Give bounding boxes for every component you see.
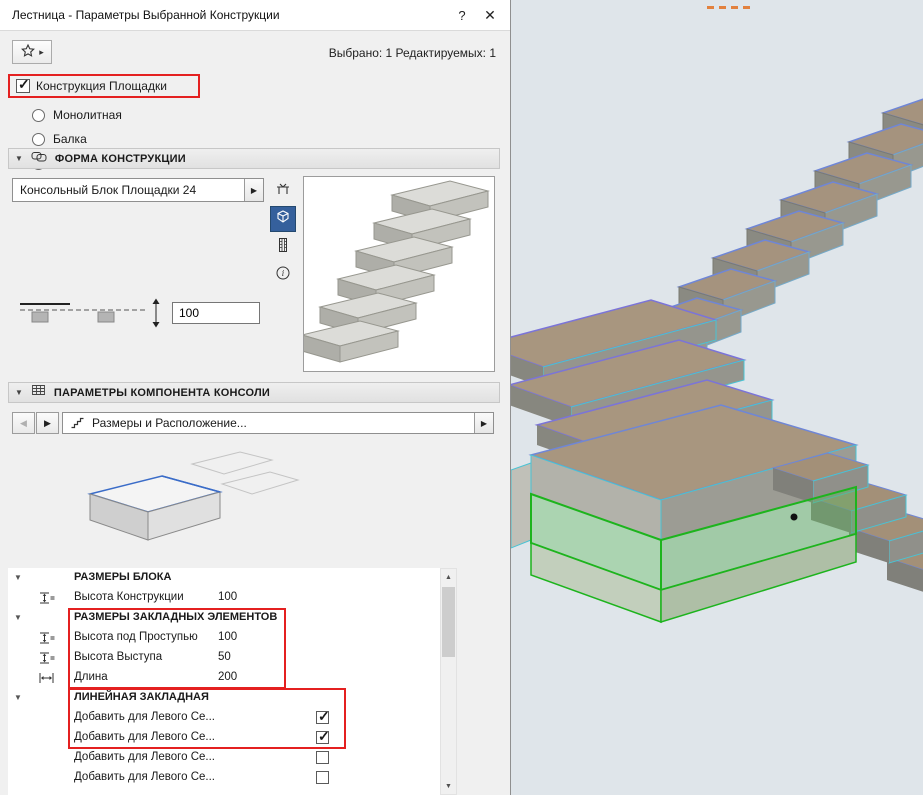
plan-view-button[interactable] xyxy=(270,178,296,204)
radio-beam-label: Балка xyxy=(53,132,87,146)
select-arrow-icon[interactable]: ▶ xyxy=(244,179,263,201)
collapse-triangle-icon[interactable]: ▼ xyxy=(14,613,22,622)
section-view-button[interactable] xyxy=(270,234,296,260)
select-arrow-icon[interactable]: ▶ xyxy=(474,413,493,433)
scrollbar-thumb[interactable] xyxy=(442,587,455,657)
collapse-triangle-icon[interactable]: ▼ xyxy=(15,388,23,397)
stair-page-icon xyxy=(70,415,85,432)
param-value[interactable]: 200 xyxy=(218,671,237,683)
table-row[interactable]: Добавить для Левого Се... xyxy=(8,708,440,728)
group-label: ЛИНЕЙНАЯ ЗАКЛАДНАЯ xyxy=(74,691,209,703)
landing-structure-label: Конструкция Площадки xyxy=(36,79,167,93)
table-scrollbar[interactable]: ▲ ▼ xyxy=(440,568,457,795)
table-group-row[interactable]: ▼ РАЗМЕРЫ БЛОКА xyxy=(8,568,440,588)
info-button[interactable]: i xyxy=(270,262,296,288)
radio-monolithic-label: Монолитная xyxy=(53,108,122,122)
param-checkbox[interactable] xyxy=(316,711,329,724)
table-row[interactable]: Добавить для Левого Се... xyxy=(8,768,440,788)
structure-type-select[interactable]: Консольный Блок Площадки 24 ▶ xyxy=(12,178,264,202)
component-params-section[interactable]: ▼ ПАРАМЕТРЫ КОМПОНЕНТА КОНСОЛИ xyxy=(8,382,500,403)
param-value[interactable]: 100 xyxy=(218,631,237,643)
table-row[interactable]: Добавить для Левого Се... xyxy=(8,748,440,768)
cantilever-block-illustration xyxy=(70,442,300,565)
param-checkbox[interactable] xyxy=(316,771,329,784)
scroll-up-button[interactable]: ▲ xyxy=(441,569,456,585)
landing-structure-checkbox[interactable] xyxy=(16,79,30,93)
collapse-triangle-icon[interactable]: ▼ xyxy=(14,693,22,702)
component-params-icon xyxy=(31,383,46,402)
offset-dimension-icon xyxy=(18,296,168,339)
table-row[interactable]: Длина 200 xyxy=(8,668,440,688)
star-icon xyxy=(20,43,36,62)
scrollbar-track[interactable] xyxy=(441,585,456,778)
collapse-triangle-icon[interactable]: ▼ xyxy=(14,573,22,582)
offset-value-input[interactable] xyxy=(172,302,260,324)
stair-settings-dialog: Лестница - Параметры Выбранной Конструкц… xyxy=(0,0,511,795)
3d-cube-icon xyxy=(275,209,291,230)
help-button[interactable]: ? xyxy=(448,8,476,23)
next-page-button[interactable]: ▶ xyxy=(36,412,59,434)
table-row[interactable]: Добавить для Левого Се... xyxy=(8,728,440,748)
param-value[interactable]: 100 xyxy=(218,591,237,603)
table-row[interactable]: Высота Конструкции 100 xyxy=(8,588,440,608)
group-label: РАЗМЕРЫ БЛОКА xyxy=(74,571,171,583)
3d-viewport[interactable] xyxy=(511,0,923,795)
param-label: Добавить для Левого Се... xyxy=(74,771,215,783)
param-value[interactable]: 50 xyxy=(218,651,231,663)
component-section-title: ПАРАМЕТРЫ КОМПОНЕНТА КОНСОЛИ xyxy=(54,387,270,399)
table-group-row[interactable]: ▼ РАЗМЕРЫ ЗАКЛАДНЫХ ЭЛЕМЕНТОВ xyxy=(8,608,440,628)
radio-beam[interactable]: Балка xyxy=(32,130,87,148)
param-label: Длина xyxy=(74,671,108,683)
table-row[interactable]: Высота под Проступью 100 xyxy=(8,628,440,648)
param-checkbox[interactable] xyxy=(316,751,329,764)
radio-beam-circle[interactable] xyxy=(32,133,45,146)
table-row[interactable]: Высота Выступа 50 xyxy=(8,648,440,668)
film-strip-icon xyxy=(275,237,291,258)
dialog-title: Лестница - Параметры Выбранной Конструкц… xyxy=(12,8,280,22)
landing-structure-annotation: Конструкция Площадки xyxy=(8,74,200,98)
dialog-titlebar[interactable]: Лестница - Параметры Выбранной Конструкц… xyxy=(0,0,510,31)
dialog-body: ▸ Выбрано: 1 Редактируемых: 1 Конструкци… xyxy=(0,30,510,795)
form-section-icon xyxy=(31,149,47,168)
scroll-down-button[interactable]: ▼ xyxy=(441,778,456,794)
param-label: Добавить для Левого Се... xyxy=(74,711,215,723)
radio-monolithic[interactable]: Монолитная xyxy=(32,106,122,124)
param-label: Добавить для Левого Се... xyxy=(74,751,215,763)
form-section-title: ФОРМА КОНСТРУКЦИИ xyxy=(55,153,186,165)
preview-view-strip: i xyxy=(270,178,296,290)
info-icon: i xyxy=(275,265,291,286)
svg-text:i: i xyxy=(282,269,285,278)
flyout-arrow-icon: ▸ xyxy=(39,47,44,58)
radio-monolithic-circle[interactable] xyxy=(32,109,45,122)
param-label: Высота Выступа xyxy=(74,651,162,663)
param-checkbox[interactable] xyxy=(316,731,329,744)
form-structure-section[interactable]: ▼ ФОРМА КОНСТРУКЦИИ xyxy=(8,148,500,169)
settings-page-select[interactable]: Размеры и Расположение... ▶ xyxy=(62,412,494,434)
close-button[interactable]: ✕ xyxy=(476,7,504,24)
parameters-table: ▼ РАЗМЕРЫ БЛОКА Высота Конструкции 100 ▼… xyxy=(8,568,440,795)
collapse-triangle-icon[interactable]: ▼ xyxy=(15,154,23,163)
orange-dashes-marker xyxy=(707,6,750,9)
structure-preview xyxy=(303,176,495,372)
previous-page-button[interactable]: ◀ xyxy=(12,412,35,434)
group-label: РАЗМЕРЫ ЗАКЛАДНЫХ ЭЛЕМЕНТОВ xyxy=(74,611,277,623)
param-label: Добавить для Левого Се... xyxy=(74,731,215,743)
favorites-button[interactable]: ▸ xyxy=(12,40,52,64)
param-label: Высота Конструкции xyxy=(74,591,184,603)
selection-status: Выбрано: 1 Редактируемых: 1 xyxy=(329,46,496,60)
structure-type-value: Консольный Блок Площадки 24 xyxy=(20,183,196,197)
edit-node-dot xyxy=(791,514,798,521)
param-label: Высота под Проступью xyxy=(74,631,198,643)
table-group-row[interactable]: ▼ ЛИНЕЙНАЯ ЗАКЛАДНАЯ xyxy=(8,688,440,708)
3d-view-button[interactable] xyxy=(270,206,296,232)
settings-page-value: Размеры и Расположение... xyxy=(92,416,247,430)
plan-view-icon xyxy=(275,181,291,202)
archicad-window: Лестница - Параметры Выбранной Конструкц… xyxy=(0,0,923,795)
